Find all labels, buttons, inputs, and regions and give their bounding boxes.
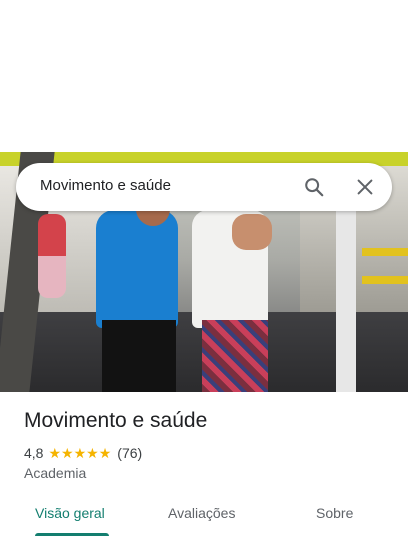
place-tabs: Visão geral Avaliações Sobre: [0, 496, 408, 544]
star-icon: ★: [98, 445, 112, 461]
star-icon: ★: [61, 445, 74, 461]
review-count[interactable]: (76): [117, 445, 142, 461]
star-rating: ★ ★ ★ ★ ★: [48, 446, 111, 460]
star-icon: ★: [48, 445, 62, 461]
photo-person-black-shorts: [102, 320, 176, 392]
search-input[interactable]: Movimento e saúde: [40, 177, 171, 194]
close-icon[interactable]: [354, 176, 376, 198]
place-category: Academia: [24, 465, 87, 481]
search-bar[interactable]: Movimento e saúde: [16, 163, 392, 211]
top-blank-area: [0, 0, 408, 152]
photo-weight-rack: [362, 248, 408, 284]
star-icon: ★: [86, 445, 99, 461]
photo-person-blue-shirt: [96, 210, 178, 328]
search-icon[interactable]: [303, 176, 325, 198]
photo-person-printed-shorts: [202, 320, 268, 392]
tab-about[interactable]: Sobre: [316, 505, 353, 521]
tab-overview[interactable]: Visão geral: [35, 505, 105, 521]
photo-child: [38, 214, 66, 298]
tab-reviews[interactable]: Avaliações: [168, 505, 235, 521]
place-title: Movimento e saúde: [24, 409, 208, 432]
rating-row[interactable]: 4,8 ★ ★ ★ ★ ★ (76): [24, 444, 142, 462]
active-tab-indicator: [35, 533, 109, 536]
photo-person-arm: [232, 214, 272, 250]
rating-value: 4,8: [24, 445, 44, 461]
star-icon: ★: [73, 445, 87, 461]
